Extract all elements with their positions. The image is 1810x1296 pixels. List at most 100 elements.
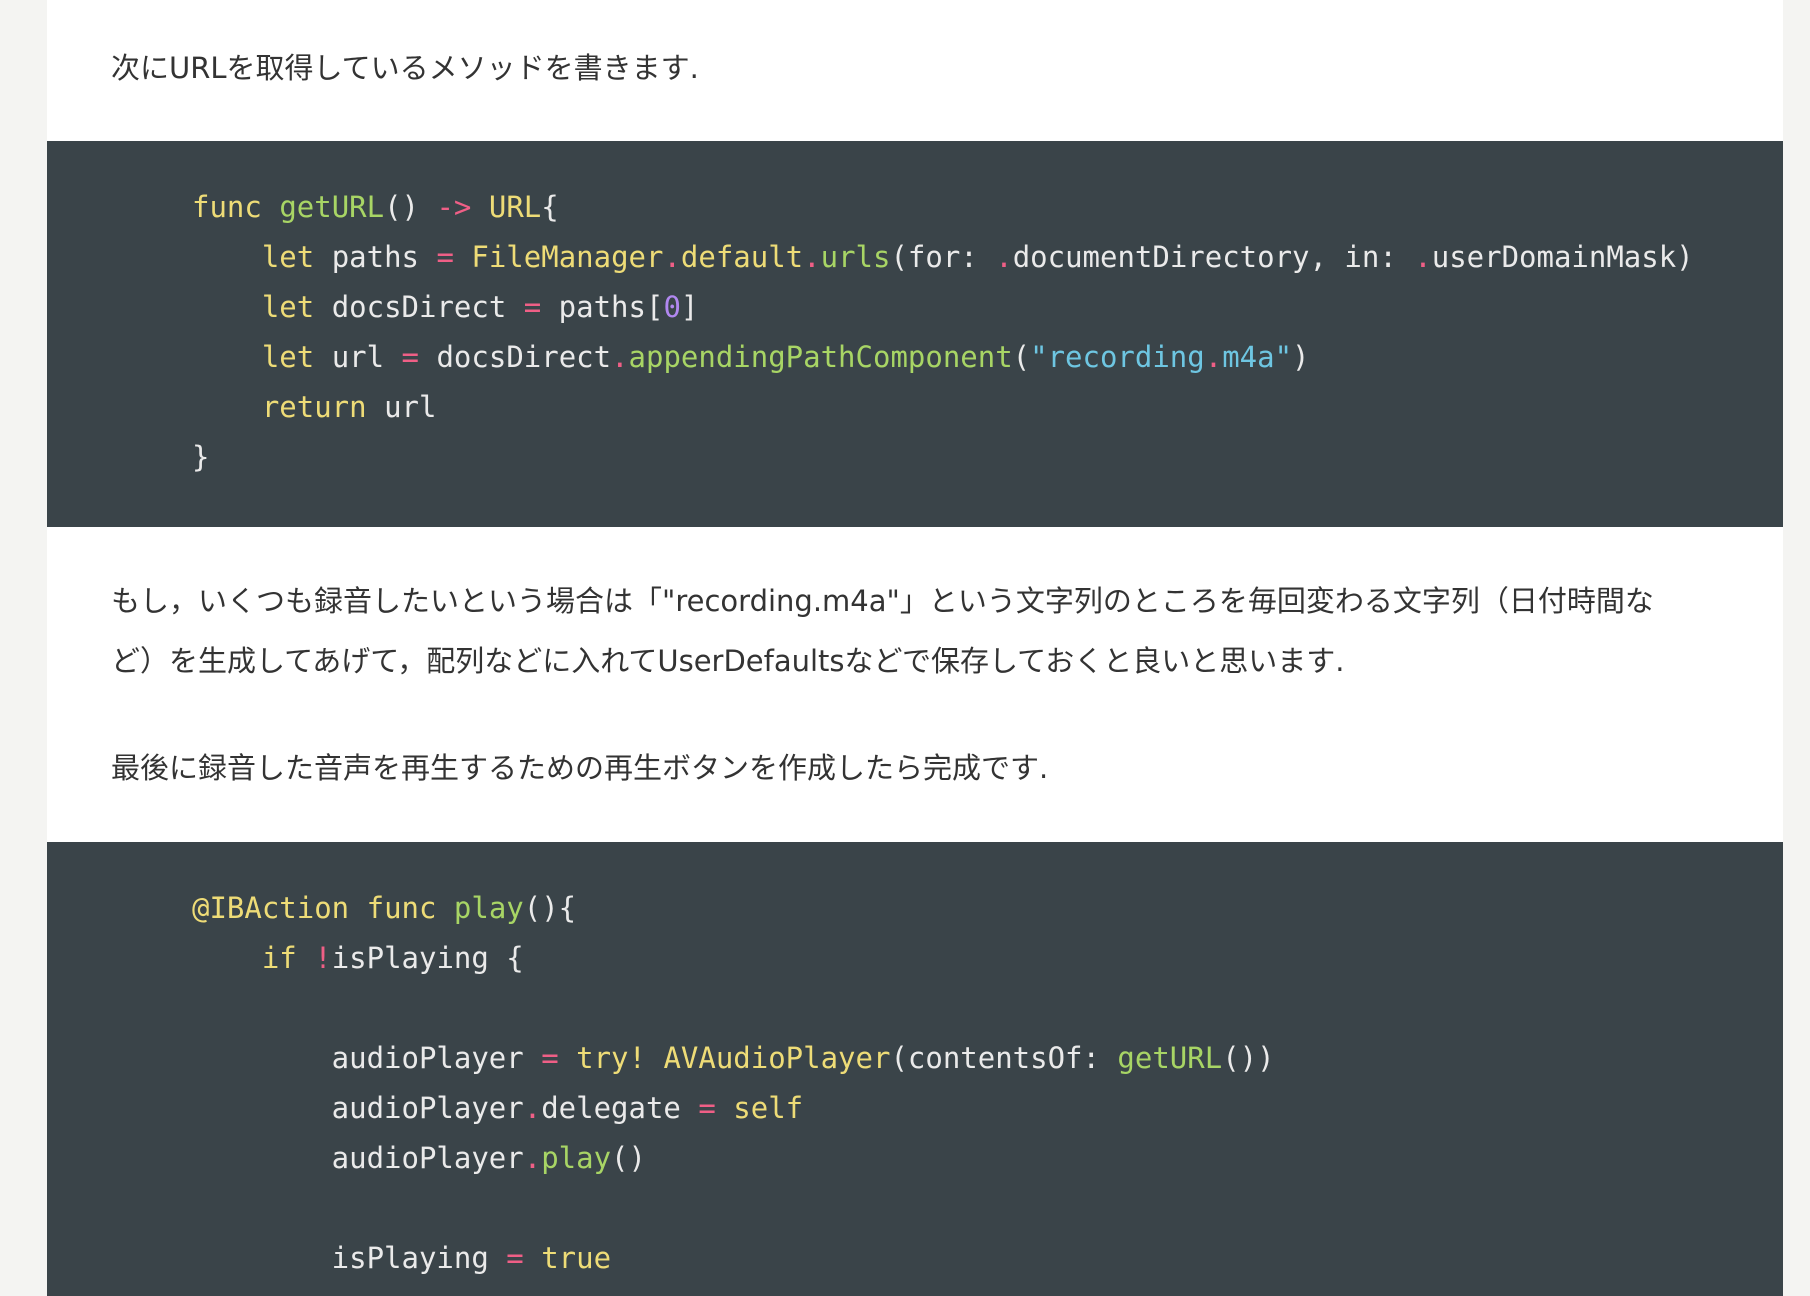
code-token: "recording <box>1030 340 1205 374</box>
code-token: urls <box>820 240 891 274</box>
code-line: let paths = FileManager.default.urls(for… <box>192 232 1694 282</box>
code-token: = <box>698 1091 716 1125</box>
code-token: ) <box>1292 340 1310 374</box>
code-token: func <box>192 190 262 224</box>
code-token: (contentsOf: <box>890 1041 1118 1075</box>
code-token: if <box>261 941 297 975</box>
code-token: func <box>366 891 437 925</box>
code-token: . <box>803 240 821 274</box>
code-token: . <box>1204 340 1223 374</box>
code-line: audioPlayer = try! AVAudioPlayer(content… <box>192 1033 1275 1083</box>
code-token: audioPlayer <box>192 1091 524 1125</box>
code-token: default <box>680 240 804 274</box>
code-token: isPlaying <box>192 1241 507 1275</box>
code-line: isPlaying = true <box>192 1233 1275 1283</box>
paragraph-play-button-intro: 最後に録音した音声を再生するための再生ボタンを作成したら完成です. <box>111 751 1049 785</box>
code-token: return <box>261 390 367 424</box>
code-line: if !isPlaying { <box>192 933 1275 983</box>
code-line: return url <box>192 382 1694 432</box>
code-token: = <box>523 290 542 324</box>
code-token: ! <box>314 941 332 975</box>
code-line: audioPlayer.delegate = self <box>192 1083 1275 1133</box>
code-token: url <box>314 340 402 374</box>
code-token: ( <box>1012 340 1031 374</box>
code-token: let <box>261 290 315 324</box>
code-token: audioPlayer <box>192 1141 524 1175</box>
paragraph-multiple-recordings-line2: ど）を生成してあげて，配列などに入れてUserDefaultsなどで保存しておく… <box>111 644 1345 678</box>
code-token: let <box>261 240 315 274</box>
code-token: . <box>611 340 629 374</box>
code-token: try! <box>576 1041 646 1075</box>
code-token: . <box>523 1141 542 1175</box>
code-block-get-url: func getURL() -> URL{ let paths = FileMa… <box>47 141 1783 527</box>
code-token: AVAudioPlayer <box>663 1041 891 1075</box>
code-token: paths <box>314 240 437 274</box>
code-token: docsDirect <box>419 340 612 374</box>
code-token: docsDirect <box>314 290 524 324</box>
code-line: @IBAction func play(){ <box>192 883 1275 933</box>
code-token: (){ <box>523 891 577 925</box>
code-line: let docsDirect = paths[0] <box>192 282 1694 332</box>
code-token: delegate <box>541 1091 699 1125</box>
paragraph-get-url-intro: 次にURLを取得しているメソッドを書きます. <box>111 51 699 85</box>
code-text-play: @IBAction func play(){ if !isPlaying { a… <box>192 883 1275 1283</box>
code-token: -> <box>436 190 472 224</box>
code-token: paths[ <box>541 290 664 324</box>
article-body: 次にURLを取得しているメソッドを書きます. func getURL() -> … <box>47 0 1783 1296</box>
code-token: m4a" <box>1222 340 1293 374</box>
code-token: userDomainMask) <box>1431 240 1694 274</box>
code-token: play <box>541 1141 612 1175</box>
code-token: = <box>506 1241 524 1275</box>
code-token: . <box>995 240 1013 274</box>
code-token: URL <box>488 190 542 224</box>
code-token: ()) <box>1222 1041 1275 1075</box>
code-token: ] <box>680 290 699 324</box>
code-token: 0 <box>663 290 681 324</box>
code-token: self <box>733 1091 804 1125</box>
code-token: getURL <box>279 190 385 224</box>
code-token: () <box>384 190 437 224</box>
code-block-play: @IBAction func play(){ if !isPlaying { a… <box>47 842 1783 1296</box>
code-token: { <box>541 190 559 224</box>
code-token: . <box>1414 240 1432 274</box>
paragraph-multiple-recordings-line1: もし，いくつも録音したいという場合は「"recording.m4a"」という文字… <box>111 584 1654 618</box>
code-token: documentDirectory, in: <box>1012 240 1415 274</box>
code-token: appendingPathComponent <box>628 340 1013 374</box>
code-token: () <box>611 1141 646 1175</box>
code-token: true <box>541 1241 612 1275</box>
code-token: isPlaying { <box>331 941 524 975</box>
code-token: FileManager <box>471 240 664 274</box>
code-token: . <box>523 1091 542 1125</box>
code-line: } <box>192 432 1694 482</box>
code-line: func getURL() -> URL{ <box>192 182 1694 232</box>
code-token: play <box>453 891 524 925</box>
code-token: audioPlayer <box>192 1041 542 1075</box>
code-line: audioPlayer.play() <box>192 1133 1275 1183</box>
code-token: . <box>663 240 681 274</box>
code-token: = <box>401 340 420 374</box>
code-token: let <box>261 340 315 374</box>
code-token: = <box>541 1041 559 1075</box>
code-token: getURL <box>1117 1041 1223 1075</box>
code-token: = <box>436 240 454 274</box>
code-token: @IBAction <box>192 891 350 925</box>
code-text-get-url: func getURL() -> URL{ let paths = FileMa… <box>192 182 1694 482</box>
code-token: } <box>192 440 210 474</box>
